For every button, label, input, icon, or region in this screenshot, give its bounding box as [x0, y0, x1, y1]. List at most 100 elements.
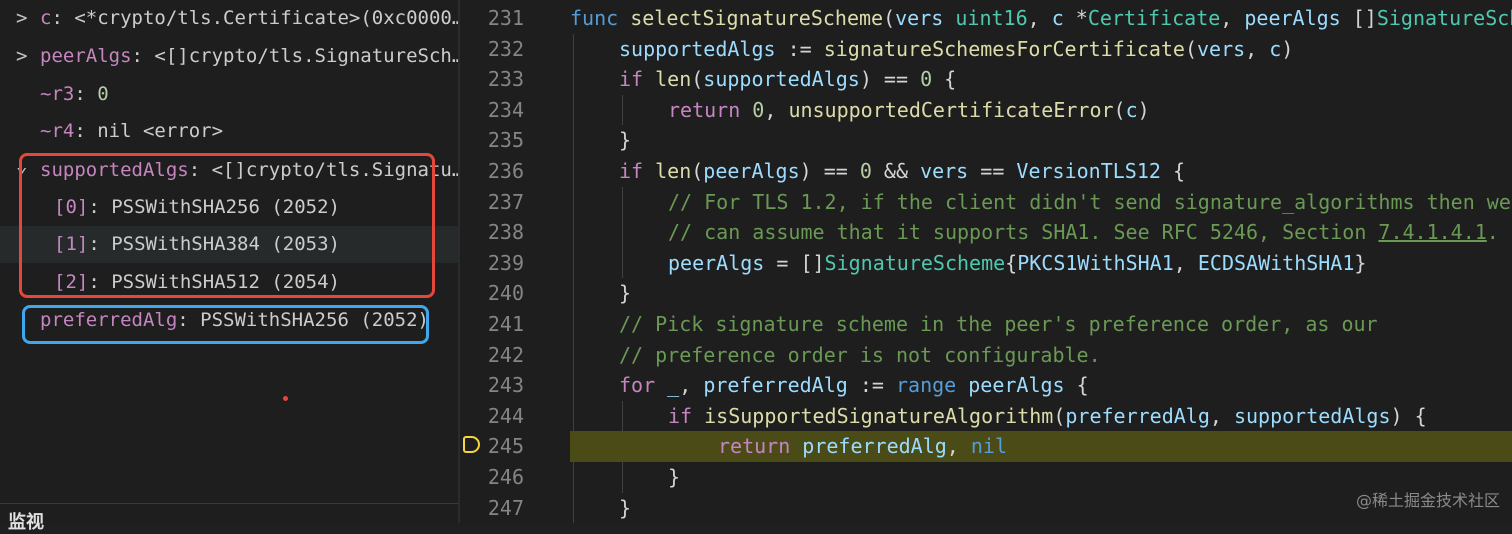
code-token: c	[1269, 36, 1282, 61]
line-number[interactable]: 244	[484, 401, 524, 432]
code-line-243[interactable]: 243 for _, preferredAlg := range peerAlgs…	[460, 370, 1512, 401]
code-token: // can assume that it supports SHA1. See…	[668, 220, 1379, 245]
line-number[interactable]: 232	[484, 34, 524, 65]
code-text: // For TLS 1.2, if the client didn't sen…	[668, 187, 1511, 218]
code-token: ==	[968, 159, 1017, 183]
code-line-240[interactable]: 240}	[460, 278, 1512, 309]
code-token: ,	[1245, 36, 1270, 61]
code-line-232[interactable]: 232 supportedAlgs := signatureSchemesForC…	[460, 34, 1512, 65]
line-number[interactable]: 237	[484, 187, 524, 218]
code-line-236[interactable]: 236 if len(peerAlgs) == 0 && vers == Vers…	[460, 156, 1512, 187]
line-number[interactable]: 240	[484, 278, 524, 309]
code-token: {	[932, 67, 957, 92]
variable-row-c[interactable]: > c: <*crypto/tls.Certificate>(0xc0000…	[0, 0, 460, 37]
line-number[interactable]: 239	[484, 248, 524, 279]
line-number[interactable]: 245	[484, 431, 524, 462]
code-token: Certificate	[1087, 6, 1221, 30]
code-line-233[interactable]: 233 if len(supportedAlgs) == 0 {	[460, 64, 1512, 95]
code-text: }	[619, 493, 631, 524]
code-line-239[interactable]: 239 peerAlgs = []SignatureScheme{PKCS1Wit…	[460, 248, 1512, 279]
code-text: peerAlgs = []SignatureScheme{PKCS1WithSH…	[668, 248, 1366, 279]
code-token: }	[1354, 250, 1367, 275]
code-line-231[interactable]: 231 func selectSignatureScheme(vers uint1…	[460, 3, 1512, 34]
code-token: ) ==	[799, 159, 860, 183]
code-token: {	[1005, 250, 1018, 275]
code-token: )	[1281, 36, 1294, 61]
line-number[interactable]: 246	[484, 462, 524, 493]
code-token: &&	[871, 159, 921, 183]
code-token: for	[619, 373, 668, 398]
code-line-244[interactable]: 244 if isSupportedSignatureAlgorithm(pref…	[460, 401, 1512, 432]
code-token: ) {	[1390, 403, 1427, 428]
line-number[interactable]: 243	[484, 370, 524, 401]
line-number[interactable]: 231	[484, 3, 524, 34]
chevron-right-icon[interactable]: >	[16, 0, 30, 37]
code-token: )	[1137, 97, 1150, 122]
code-line-242[interactable]: 242 // preference order is not configurab…	[460, 340, 1512, 371]
variable-value: <*crypto/tls.Certificate>(0xc0000	[74, 7, 452, 29]
code-token: len	[655, 159, 692, 183]
code-token: if	[619, 67, 656, 92]
code-token: (	[883, 6, 896, 30]
watermark: @稀土掘金技术社区	[1355, 491, 1500, 510]
code-token: peerAlgs	[1244, 6, 1341, 30]
current-frame-arrow-icon[interactable]	[463, 436, 480, 454]
code-line-237[interactable]: 237 // For TLS 1.2, if the client didn't …	[460, 187, 1512, 218]
code-token: if	[619, 159, 656, 183]
code-token: = []	[764, 250, 825, 275]
annotation-red-box	[19, 153, 435, 298]
code-text: // Pick signature scheme in the peer's p…	[619, 309, 1378, 340]
code-token: return	[718, 434, 803, 459]
code-editor[interactable]: 231 func selectSignatureScheme(vers uint1…	[460, 0, 1512, 524]
code-token: 7.4.1.4.1	[1378, 220, 1487, 245]
variable-value: nil <error>	[97, 120, 224, 142]
code-token: c	[1051, 6, 1064, 30]
line-number[interactable]: 233	[484, 64, 524, 95]
code-text: if isSupportedSignatureAlgorithm(preferr…	[668, 401, 1427, 432]
code-token: {	[1160, 159, 1185, 183]
code-token: unsupportedCertificateError	[788, 97, 1114, 122]
code-text: func selectSignatureScheme(vers uint16, …	[570, 3, 1512, 34]
code-token: SignatureScheme	[824, 250, 1006, 275]
code-line-247[interactable]: 247}	[460, 493, 1512, 524]
code-token: ,	[679, 373, 704, 398]
code-text: // can assume that it supports SHA1. See…	[668, 217, 1499, 248]
line-number[interactable]: 238	[484, 217, 524, 248]
code-token: supportedAlgs	[1233, 403, 1391, 428]
code-token: if	[668, 403, 705, 428]
line-number[interactable]: 236	[484, 156, 524, 187]
variable-row-peeralgs[interactable]: > peerAlgs: <[]crypto/tls.SignatureSch…	[0, 38, 460, 75]
code-line-234[interactable]: 234 return 0, unsupportedCertificateError…	[460, 95, 1512, 126]
code-line-235[interactable]: 235}	[460, 125, 1512, 156]
code-token: []	[1340, 6, 1377, 30]
line-number[interactable]: 242	[484, 340, 524, 371]
line-number[interactable]: 241	[484, 309, 524, 340]
variable-row-r3[interactable]: ~r3: 0	[0, 76, 460, 113]
code-token: // For TLS 1.2, if the client didn't sen…	[668, 189, 1511, 214]
code-token: ,	[1209, 403, 1234, 428]
code-line-241[interactable]: 241 // Pick signature scheme in the peer'…	[460, 309, 1512, 340]
code-token: ,	[946, 434, 971, 459]
line-number[interactable]: 234	[484, 95, 524, 126]
code-token: (	[1113, 97, 1126, 122]
line-number[interactable]: 235	[484, 125, 524, 156]
code-line-238[interactable]: 238 // can assume that it supports SHA1. …	[460, 217, 1512, 248]
line-number[interactable]: 247	[484, 493, 524, 524]
code-token: vers	[1197, 36, 1246, 61]
variable-value: 0	[97, 83, 109, 105]
chevron-right-icon[interactable]: >	[16, 38, 30, 75]
code-token: {	[1064, 373, 1089, 398]
code-line-246[interactable]: 246}	[460, 462, 1512, 493]
variable-row-r4[interactable]: ~r4: nil <error>	[0, 113, 460, 150]
code-token: uint16	[955, 6, 1028, 30]
code-token: SignatureSche	[1376, 6, 1512, 30]
code-text: }	[668, 462, 680, 493]
annotation-dot	[283, 396, 288, 401]
code-line-245[interactable]: 245 return preferredAlg, nil	[463, 431, 1512, 462]
code-token: func	[570, 6, 631, 30]
watch-section-header[interactable]: 监视	[8, 508, 44, 534]
code-token: VersionTLS12	[1016, 159, 1161, 183]
code-token: preferredAlg	[1065, 403, 1210, 428]
code-token: peerAlgs	[668, 250, 765, 275]
code-token: range	[895, 373, 969, 398]
